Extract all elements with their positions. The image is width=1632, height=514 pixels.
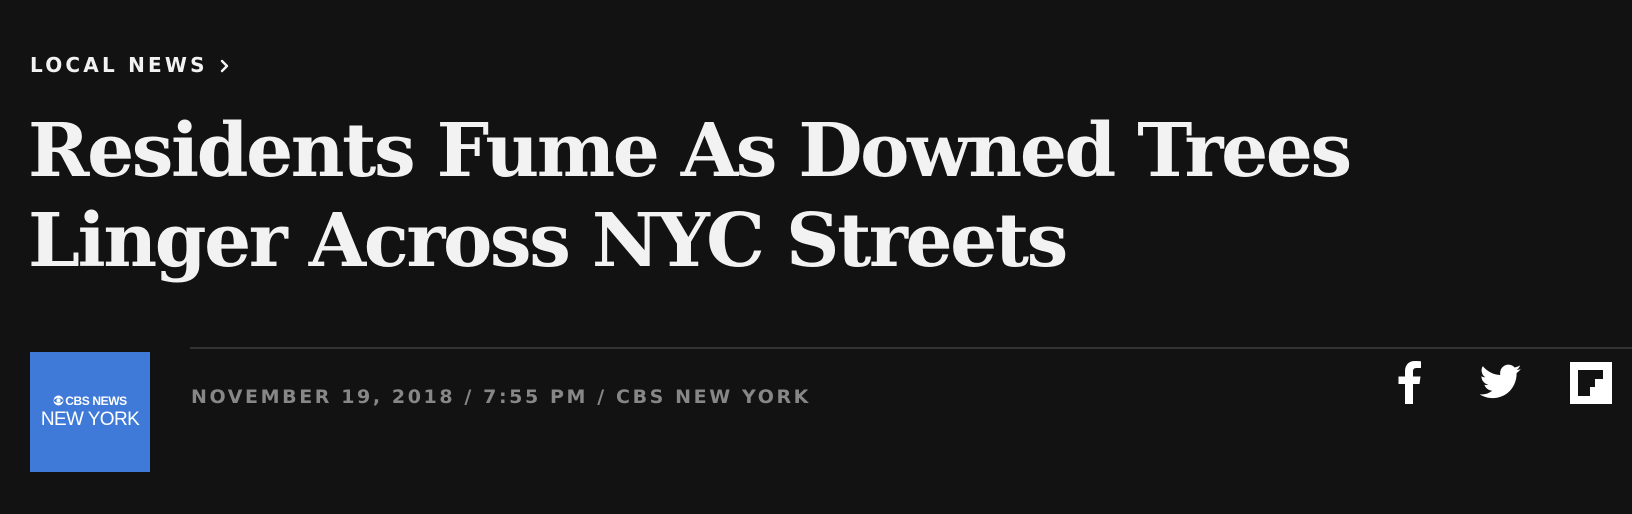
flipboard-icon <box>1570 362 1612 404</box>
twitter-share-button[interactable] <box>1480 364 1522 400</box>
breadcrumb-label: LOCAL NEWS <box>30 53 208 77</box>
logo-line2: NEW YORK <box>40 408 140 430</box>
facebook-icon <box>1398 361 1421 404</box>
facebook-share-button[interactable] <box>1397 360 1421 404</box>
twitter-icon <box>1480 364 1522 399</box>
breadcrumb-local-news[interactable]: LOCAL NEWS <box>30 52 232 78</box>
meta-divider <box>190 347 1632 349</box>
cbs-eye-icon <box>53 395 64 406</box>
chevron-right-icon <box>218 58 232 73</box>
logo-line1: CBS NEWS <box>65 393 127 408</box>
article-headline: Residents Fume As Downed Trees Linger Ac… <box>28 108 1352 284</box>
logo-top-line: CBS NEWS <box>53 393 127 408</box>
article-byline: NOVEMBER 19, 2018 / 7:55 PM / CBS NEW YO… <box>191 386 812 408</box>
flipboard-share-button[interactable] <box>1570 362 1612 404</box>
source-logo[interactable]: CBS NEWS NEW YORK <box>30 352 150 472</box>
